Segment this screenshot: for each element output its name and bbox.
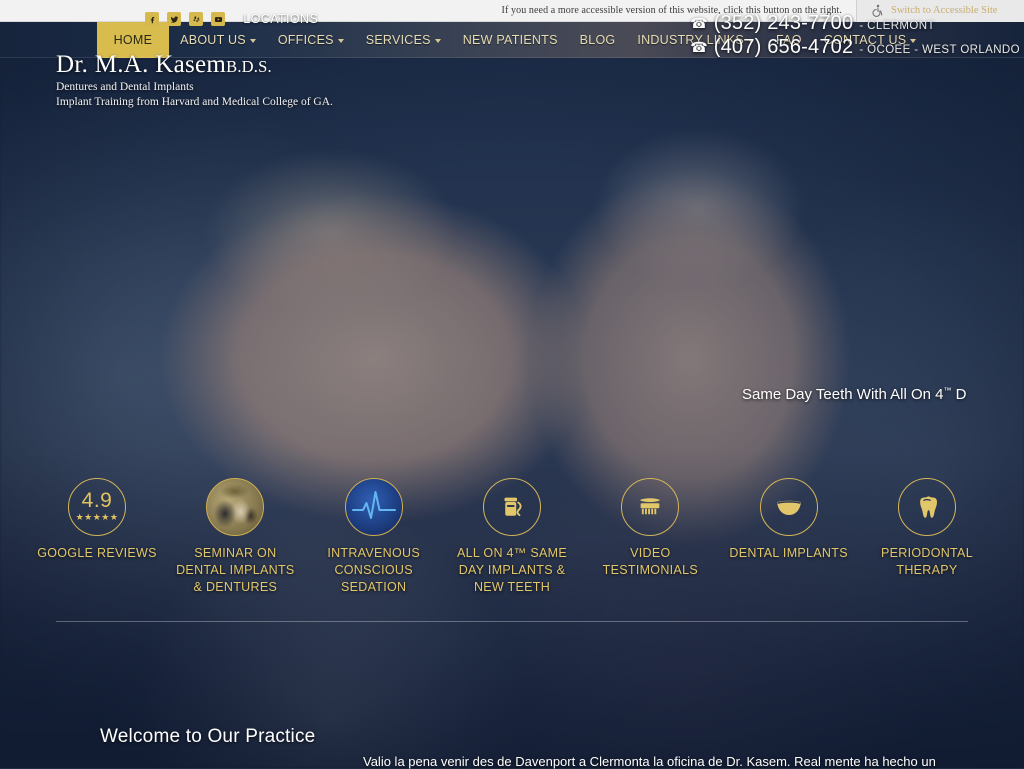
implant-kit-icon [482,478,541,536]
twitter-icon[interactable] [167,12,182,26]
hero-vignette [0,58,1024,768]
hero-caption: Same Day Teeth With All On 4™ D [742,386,966,403]
service-shortcut-label: VIDEO TESTIMONIALS [602,546,698,577]
logo-tagline-2: Implant Training from Harvard and Medica… [56,95,333,108]
phone-row[interactable]: ☎ (352) 243-7700 - CLERMONT [690,12,935,35]
google-rating-value: 4.9 [81,489,113,512]
google-rating-icon: 4.9 ★★★★★ [68,478,126,536]
service-shortcut-label: PERIODONTAL THERAPY [880,546,973,577]
chevron-down-icon [434,39,441,43]
service-shortcut-label: SEMINAR ON DENTAL IMPLANTS & DENTURES [176,546,295,594]
toothbrush-icon [621,478,680,536]
nav-item-label: ABOUT US [180,33,246,47]
phone-icon: ☎ [690,15,708,31]
hero-section [0,58,1024,768]
service-shortcut-all-on-4-same-day-implants-new-teeth[interactable]: ALL ON 4™ SAME DAY IMPLANTS & NEW TEETH [449,478,575,596]
seminar-photo-icon [206,478,265,536]
phone-numbers-list: ☎ (352) 243-7700 - CLERMONT ☎ (407) 656-4702… [690,12,1020,59]
service-shortcut-seminar-on-dental-implants-dentures[interactable]: SEMINAR ON DENTAL IMPLANTS & DENTURES [172,478,298,596]
phone-location: - CLERMONT [859,20,935,32]
testimonial-text: Valio la pena venir des de Davenport a C… [363,754,936,769]
service-shortcut-label: DENTAL IMPLANTS [729,546,848,560]
service-shortcut-label: ALL ON 4™ SAME DAY IMPLANTS & NEW TEETH [456,546,567,594]
youtube-icon[interactable] [211,12,226,26]
facebook-icon[interactable] [145,12,160,26]
nav-item-label: BLOG [579,33,616,47]
denture-arch-icon [759,478,818,536]
service-shortcut-dental-implants[interactable]: DENTAL IMPLANTS [726,478,852,596]
welcome-heading: Welcome to Our Practice [100,726,316,747]
site-logo[interactable]: Dr. M.A. KasemB.D.S. Dentures and Dental… [56,51,333,109]
nav-item-label: HOME [113,33,153,47]
service-shortcuts-row: 4.9 ★★★★★ GOOGLE REVIEWS SEMINAR ON DENTAL … [0,478,1024,596]
hero-caption-text: Same Day Teeth With All On 4 [742,386,944,403]
phone-number: (407) 656-4702 [713,36,854,58]
phone-icon: ☎ [690,39,708,55]
tooth-icon [897,478,956,536]
nav-item-label: NEW PATIENTS [462,33,558,47]
nav-item-new-patients[interactable]: NEW PATIENTS [452,22,569,58]
nav-item-label: OFFICES [277,33,334,47]
service-shortcut-video-testimonials[interactable]: VIDEO TESTIMONIALS [587,478,713,596]
google-rating-stars: ★★★★★ [75,512,119,522]
hero-caption-tail: D [951,386,967,403]
nav-item-services[interactable]: SERVICES [355,22,452,58]
yelp-icon[interactable] [189,12,204,26]
locations-link[interactable]: LOCATIONS [243,12,318,26]
service-shortcut-google-reviews[interactable]: 4.9 ★★★★★ GOOGLE REVIEWS [34,478,160,596]
logo-credential: B.D.S. [226,57,272,76]
logo-doctor-name: Dr. M.A. KasemB.D.S. [56,51,333,78]
service-shortcut-intravenous-conscious-sedation[interactable]: INTRAVENOUS CONSCIOUS SEDATION [311,478,437,596]
service-shortcut-label: GOOGLE REVIEWS [37,546,157,560]
social-links-row: LOCATIONS [145,12,318,26]
phone-number: (352) 243-7700 [713,12,854,34]
phone-row[interactable]: ☎ (407) 656-4702 - OCOEE - WEST ORLANDO [690,36,1020,59]
chevron-down-icon [337,39,344,43]
section-divider [56,621,968,622]
phone-location: - OCOEE - WEST ORLANDO [859,44,1020,56]
service-shortcut-periodontal-therapy[interactable]: PERIODONTAL THERAPY [864,478,990,596]
nav-item-label: SERVICES [365,33,431,47]
ekg-heartbeat-icon [344,478,403,536]
service-shortcut-label: INTRAVENOUS CONSCIOUS SEDATION [327,546,420,594]
logo-tagline-1: Dentures and Dental Implants [56,81,194,94]
nav-item-blog[interactable]: BLOG [569,22,627,58]
header-contact-block: LOCATIONS ☎ (352) 243-7700 - CLERMONT ☎ (407… [145,12,1020,59]
chevron-down-icon [249,39,256,43]
logo-name-text: Dr. M.A. Kasem [56,51,227,78]
